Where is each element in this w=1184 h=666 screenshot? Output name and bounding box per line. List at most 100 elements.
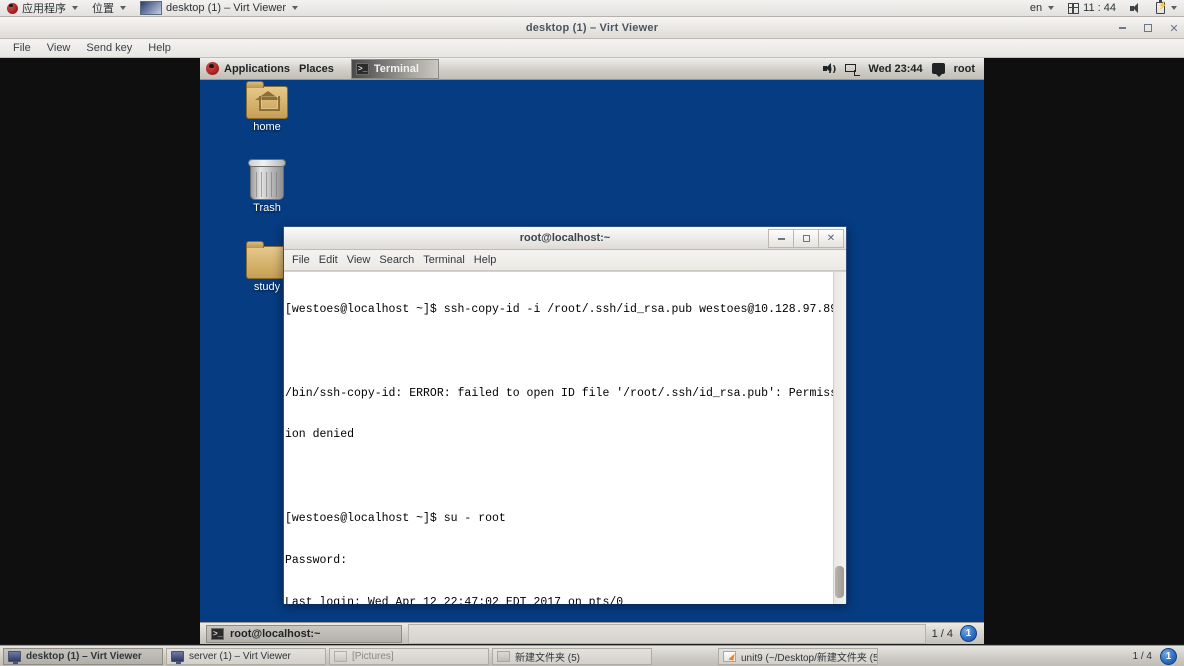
trash-icon <box>248 159 286 200</box>
terminal-window[interactable]: root@localhost:~ ✕ File Edit View Search… <box>283 226 847 604</box>
text-editor-icon <box>723 650 736 662</box>
guest-desktop[interactable]: Applications Places >_ Terminal )) Wed 2… <box>200 58 984 644</box>
desktop-icon-home[interactable]: home <box>235 81 299 133</box>
minimize-button[interactable] <box>768 229 794 248</box>
home-folder-icon <box>246 81 288 119</box>
host-workspace-indicator[interactable]: 1 <box>1160 647 1177 665</box>
guest-task-label: Terminal <box>373 62 419 75</box>
guest-user-label[interactable]: root <box>954 63 975 75</box>
terminal-line: ion denied <box>285 428 355 442</box>
taskbar-item-server-virt-viewer[interactable]: server (1) – Virt Viewer <box>166 647 326 665</box>
terminal-menu-help[interactable]: Help <box>474 253 506 267</box>
host-window-title: desktop (1) – Virt Viewer <box>166 2 287 14</box>
guest-workspace-text: 1 / 4 <box>931 627 953 640</box>
menu-file[interactable]: File <box>5 41 39 55</box>
taskbar-item-desktop-virt-viewer[interactable]: desktop (1) – Virt Viewer <box>3 647 163 665</box>
taskbar-item-pictures[interactable]: [Pictures] <box>329 647 489 665</box>
maximize-button[interactable] <box>794 229 819 248</box>
terminal-scrollbar-thumb[interactable] <box>835 566 844 598</box>
battery-icon <box>1156 0 1167 14</box>
minimize-button[interactable] <box>1116 22 1128 34</box>
taskbar-item-new-folder[interactable]: 新建文件夹 (5) <box>492 647 652 665</box>
terminal-menu-search[interactable]: Search <box>379 253 423 267</box>
guest-window-list-terminal[interactable]: >_ Terminal <box>350 58 439 79</box>
terminal-line: Password: <box>285 553 348 567</box>
close-button[interactable]: ✕ <box>819 229 844 248</box>
terminal-menu-file[interactable]: File <box>292 253 319 267</box>
guest-clock-label[interactable]: Wed 23:44 <box>868 63 922 75</box>
terminal-line: [westoes@localhost ~]$ ssh-copy-id -i /r… <box>285 302 838 316</box>
guest-workspace-indicator[interactable]: 1 <box>960 625 977 642</box>
close-button[interactable]: ✕ <box>1168 22 1180 34</box>
desktop-icon-trash[interactable]: Trash <box>235 159 299 214</box>
terminal-scrollbar[interactable] <box>833 272 846 604</box>
taskbar-item-label: 新建文件夹 (5) <box>515 652 580 664</box>
guest-places-menu[interactable]: Places <box>299 63 343 75</box>
menu-help[interactable]: Help <box>140 41 179 55</box>
menu-send-key[interactable]: Send key <box>78 41 140 55</box>
guest-panel-right: )) Wed 23:44 root <box>823 63 984 77</box>
terminal-line: /bin/ssh-copy-id: ERROR: failed to open … <box>285 386 838 400</box>
taskbar-item-label: server (1) – Virt Viewer <box>189 650 291 662</box>
host-workspace-switcher[interactable]: 1 / 4 1 <box>1132 647 1184 665</box>
host-applications-menu[interactable]: 应用程序 <box>0 0 85 16</box>
desktop-icon-label: home <box>253 121 281 133</box>
guest-taskbar-label: root@localhost:~ <box>230 627 321 640</box>
host-clock-label: 11 : 44 <box>1083 2 1116 14</box>
host-volume-indicator[interactable] <box>1123 0 1149 16</box>
network-icon[interactable] <box>845 63 861 76</box>
host-keyboard-indicator[interactable]: en <box>1023 0 1061 16</box>
terminal-menu-edit[interactable]: Edit <box>319 253 347 267</box>
guest-taskbar-empty-area <box>408 623 926 644</box>
terminal-title: root@localhost:~ <box>519 232 611 244</box>
terminal-menu-view[interactable]: View <box>347 253 380 267</box>
terminal-menu-terminal[interactable]: Terminal <box>423 253 474 267</box>
terminal-icon: >_ <box>355 62 369 75</box>
guest-applications-menu[interactable]: Applications <box>224 63 299 75</box>
guest-display-canvas[interactable]: Applications Places >_ Terminal )) Wed 2… <box>0 58 1184 644</box>
taskbar-item-label: desktop (1) – Virt Viewer <box>26 650 142 662</box>
terminal-body[interactable]: [westoes@localhost ~]$ ssh-copy-id -i /r… <box>284 271 846 604</box>
host-window-menu[interactable]: desktop (1) – Virt Viewer <box>133 0 305 16</box>
virt-viewer-window-controls: ✕ <box>1116 17 1180 39</box>
chevron-down-icon <box>1048 6 1055 10</box>
guest-taskbar-item-terminal[interactable]: >_ root@localhost:~ <box>206 624 402 643</box>
folder-icon <box>497 650 510 662</box>
screen: 应用程序 位置 desktop (1) – Virt Viewer en 11 … <box>0 0 1184 666</box>
host-places-menu[interactable]: 位置 <box>85 0 133 16</box>
terminal-menubar: File Edit View Search Terminal Help <box>284 250 846 271</box>
volume-icon <box>1130 2 1142 14</box>
host-workspace-text: 1 / 4 <box>1132 650 1152 662</box>
calendar-icon <box>1068 2 1080 14</box>
virt-viewer-title: desktop (1) – Virt Viewer <box>525 21 659 34</box>
guest-bottom-panel: >_ root@localhost:~ 1 / 4 1 <box>200 622 984 644</box>
virt-viewer-menubar: File View Send key Help <box>0 39 1184 58</box>
terminal-output: [westoes@localhost ~]$ ssh-copy-id -i /r… <box>285 275 838 604</box>
host-clock[interactable]: 11 : 44 <box>1061 0 1123 16</box>
virt-viewer-titlebar[interactable]: desktop (1) – Virt Viewer ✕ <box>0 17 1184 39</box>
host-battery-indicator[interactable] <box>1149 0 1184 16</box>
taskbar-item-label: unit9 (~/Desktop/新建文件夹 (5)) ⋯ <box>741 652 878 664</box>
host-top-panel: 应用程序 位置 desktop (1) – Virt Viewer en 11 … <box>0 0 1184 17</box>
monitor-icon <box>171 650 184 664</box>
fedora-logo-icon <box>7 2 18 14</box>
volume-icon[interactable]: )) <box>823 63 836 75</box>
menu-view[interactable]: View <box>39 41 79 55</box>
user-icon <box>931 63 945 77</box>
terminal-icon: >_ <box>211 627 224 640</box>
taskbar-item-unit9[interactable]: unit9 (~/Desktop/新建文件夹 (5)) ⋯ <box>718 647 878 665</box>
guest-workspace-switcher[interactable]: 1 / 4 1 <box>932 625 984 642</box>
chevron-down-icon <box>120 6 126 10</box>
terminal-window-controls: ✕ <box>768 229 844 248</box>
image-icon <box>334 650 347 662</box>
maximize-button[interactable] <box>1142 22 1154 34</box>
chevron-down-icon <box>1171 6 1177 10</box>
taskbar-item-label: [Pictures] <box>352 650 394 662</box>
host-taskbar: desktop (1) – Virt Viewer server (1) – V… <box>0 645 1184 666</box>
monitor-icon <box>8 650 21 664</box>
chevron-down-icon <box>72 6 78 10</box>
terminal-titlebar[interactable]: root@localhost:~ ✕ <box>284 227 846 250</box>
host-applications-label: 应用程序 <box>22 3 66 15</box>
